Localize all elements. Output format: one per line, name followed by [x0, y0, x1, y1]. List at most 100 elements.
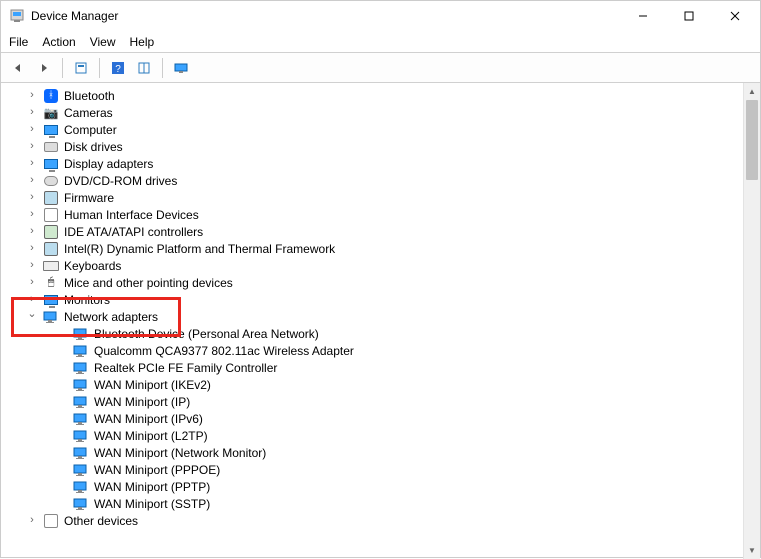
device-item[interactable]: WAN Miniport (IPv6) [7, 410, 743, 427]
scroll-down-arrow[interactable]: ▼ [744, 542, 760, 559]
monitors-icon [43, 292, 59, 308]
expander-icon[interactable] [25, 514, 39, 528]
category-firmware[interactable]: Firmware [7, 189, 743, 206]
tree-area: ᚼBluetooth📷 Cameras Computer Disk drives Dis… [1, 83, 760, 559]
category-label[interactable]: DVD/CD-ROM drives [63, 174, 178, 188]
menu-view[interactable]: View [90, 35, 116, 49]
device-item[interactable]: WAN Miniport (L2TP) [7, 427, 743, 444]
category-dvd-cdrom[interactable]: DVD/CD-ROM drives [7, 172, 743, 189]
menu-action[interactable]: Action [42, 35, 75, 49]
forward-button[interactable] [33, 57, 55, 79]
device-item[interactable]: WAN Miniport (PPPOE) [7, 461, 743, 478]
expander-icon[interactable] [25, 259, 39, 273]
device-item[interactable]: WAN Miniport (IP) [7, 393, 743, 410]
category-label[interactable]: Keyboards [63, 259, 122, 273]
device-label[interactable]: WAN Miniport (L2TP) [93, 429, 209, 443]
category-label[interactable]: Other devices [63, 514, 139, 528]
category-label[interactable]: IDE ATA/ATAPI controllers [63, 225, 204, 239]
menu-help[interactable]: Help [130, 35, 155, 49]
category-label[interactable]: Mice and other pointing devices [63, 276, 234, 290]
category-mice[interactable]: 🖱Mice and other pointing devices [7, 274, 743, 291]
minimize-button[interactable] [620, 1, 666, 31]
category-cameras[interactable]: 📷 Cameras [7, 104, 743, 121]
device-label[interactable]: Qualcomm QCA9377 802.11ac Wireless Adapt… [93, 344, 355, 358]
device-item[interactable]: WAN Miniport (Network Monitor) [7, 444, 743, 461]
device-item[interactable]: WAN Miniport (SSTP) [7, 495, 743, 512]
category-label[interactable]: Human Interface Devices [63, 208, 200, 222]
device-label[interactable]: WAN Miniport (IKEv2) [93, 378, 212, 392]
category-disk-drives[interactable]: Disk drives [7, 138, 743, 155]
category-label[interactable]: Cameras [63, 106, 114, 120]
network-adapter-icon [73, 479, 89, 495]
device-item[interactable]: Realtek PCIe FE Family Controller [7, 359, 743, 376]
category-label[interactable]: Firmware [63, 191, 115, 205]
device-label[interactable]: WAN Miniport (Network Monitor) [93, 446, 267, 460]
category-label[interactable]: Bluetooth [63, 89, 116, 103]
category-label[interactable]: Network adapters [63, 310, 159, 324]
device-label[interactable]: WAN Miniport (SSTP) [93, 497, 211, 511]
category-network-adapters[interactable]: Network adapters [7, 308, 743, 325]
device-label[interactable]: Bluetooth Device (Personal Area Network) [93, 327, 320, 341]
expander-icon[interactable] [25, 310, 39, 324]
toolbar-button-3[interactable] [133, 57, 155, 79]
hid-icon [43, 207, 59, 223]
close-button[interactable] [712, 1, 758, 31]
category-keyboards[interactable]: Keyboards [7, 257, 743, 274]
device-tree[interactable]: ᚼBluetooth📷 Cameras Computer Disk drives Dis… [1, 83, 743, 559]
toolbar-separator [99, 58, 100, 78]
category-monitors[interactable]: Monitors [7, 291, 743, 308]
expander-icon[interactable] [25, 276, 39, 290]
device-label[interactable]: WAN Miniport (PPTP) [93, 480, 211, 494]
expander-icon[interactable] [25, 106, 39, 120]
expander-icon[interactable] [25, 123, 39, 137]
other-devices-icon [43, 513, 59, 529]
expander-icon[interactable] [25, 157, 39, 171]
scroll-thumb[interactable] [746, 100, 758, 180]
category-computer[interactable]: Computer [7, 121, 743, 138]
device-label[interactable]: WAN Miniport (IP) [93, 395, 191, 409]
category-other-devices[interactable]: Other devices [7, 512, 743, 529]
expander-icon[interactable] [25, 242, 39, 256]
category-label[interactable]: Intel(R) Dynamic Platform and Thermal Fr… [63, 242, 336, 256]
help-button[interactable]: ? [107, 57, 129, 79]
expander-icon[interactable] [25, 140, 39, 154]
scan-hardware-button[interactable] [170, 57, 192, 79]
category-ide-atapi[interactable]: IDE ATA/ATAPI controllers [7, 223, 743, 240]
category-label[interactable]: Disk drives [63, 140, 124, 154]
expander-icon[interactable] [25, 89, 39, 103]
network-adapter-icon [73, 343, 89, 359]
disk-drives-icon [43, 139, 59, 155]
toolbar-button-1[interactable] [70, 57, 92, 79]
vertical-scrollbar[interactable]: ▲ ▼ [743, 83, 760, 559]
device-label[interactable]: WAN Miniport (PPPOE) [93, 463, 221, 477]
device-item[interactable]: Qualcomm QCA9377 802.11ac Wireless Adapt… [7, 342, 743, 359]
expander-icon[interactable] [25, 208, 39, 222]
device-label[interactable]: WAN Miniport (IPv6) [93, 412, 204, 426]
toolbar-separator [62, 58, 63, 78]
device-label[interactable]: Realtek PCIe FE Family Controller [93, 361, 278, 375]
category-label[interactable]: Display adapters [63, 157, 154, 171]
keyboards-icon [43, 258, 59, 274]
category-hid[interactable]: Human Interface Devices [7, 206, 743, 223]
expander-icon[interactable] [25, 293, 39, 307]
scroll-track[interactable] [744, 100, 760, 542]
category-display-adapters[interactable]: Display adapters [7, 155, 743, 172]
cameras-icon: 📷 [43, 105, 59, 121]
category-intel-dptf[interactable]: Intel(R) Dynamic Platform and Thermal Fr… [7, 240, 743, 257]
toolbar-separator [162, 58, 163, 78]
back-button[interactable] [7, 57, 29, 79]
category-label[interactable]: Monitors [63, 293, 111, 307]
maximize-button[interactable] [666, 1, 712, 31]
menu-file[interactable]: File [9, 35, 28, 49]
dvd-cdrom-icon [43, 173, 59, 189]
expander-icon[interactable] [25, 225, 39, 239]
category-bluetooth[interactable]: ᚼBluetooth [7, 87, 743, 104]
device-item[interactable]: Bluetooth Device (Personal Area Network) [7, 325, 743, 342]
scroll-up-arrow[interactable]: ▲ [744, 83, 760, 100]
category-label[interactable]: Computer [63, 123, 118, 137]
device-item[interactable]: WAN Miniport (IKEv2) [7, 376, 743, 393]
expander-icon[interactable] [25, 174, 39, 188]
device-item[interactable]: WAN Miniport (PPTP) [7, 478, 743, 495]
expander-placeholder [55, 361, 69, 375]
expander-icon[interactable] [25, 191, 39, 205]
